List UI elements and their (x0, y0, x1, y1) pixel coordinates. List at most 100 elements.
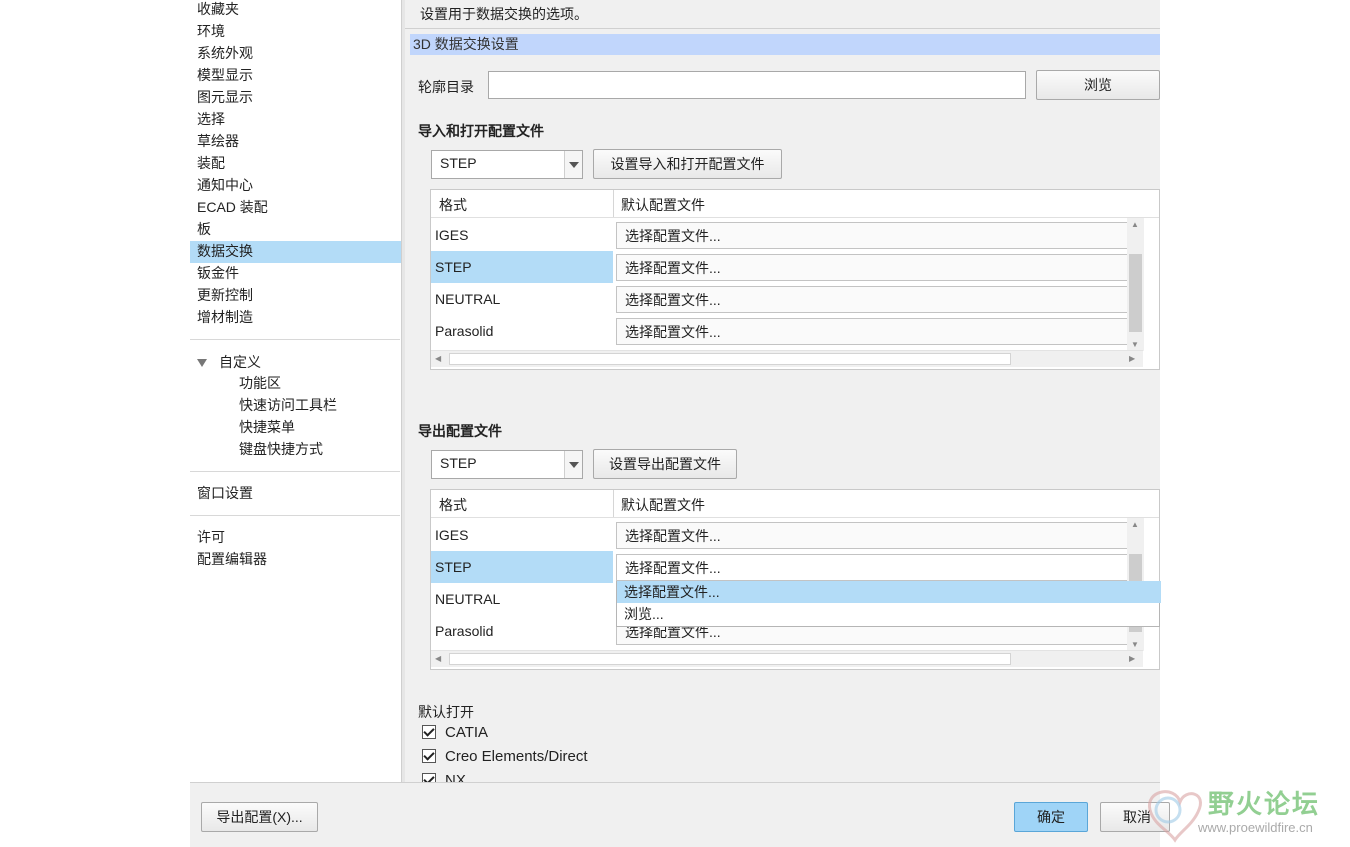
scroll-down-icon[interactable]: ▼ (1131, 640, 1139, 649)
combo-value: STEP (440, 455, 477, 471)
horizontal-scrollbar[interactable]: ◀ ▶ (431, 350, 1143, 367)
scrollbar-thumb[interactable] (449, 653, 1011, 665)
import-config-table: 格式 默认配置文件 IGES 选择配置文件... STEP 选择配置文件... … (430, 189, 1160, 370)
sidebar-item-keyboard-shortcuts[interactable]: 键盘快捷方式 (190, 439, 401, 461)
dropdown-option-select-config[interactable]: 选择配置文件... (617, 581, 1161, 603)
chevron-down-icon[interactable] (564, 451, 582, 478)
dropdown-option-browse[interactable]: 浏览... (617, 603, 1161, 622)
ok-button[interactable]: 确定 (1014, 802, 1088, 832)
scrollbar-thumb[interactable] (449, 353, 1011, 365)
table-row-format[interactable]: IGES (431, 219, 613, 251)
header-divider (431, 217, 1159, 218)
sidebar-item-favorites[interactable]: 收藏夹 (190, 0, 401, 21)
config-file-select-open[interactable]: 选择配置文件... (616, 554, 1143, 581)
scroll-right-icon[interactable]: ▶ (1129, 354, 1135, 363)
table-row-format[interactable]: NEUTRAL (431, 283, 613, 315)
table-row-format[interactable]: STEP (431, 251, 613, 283)
catia-checkbox[interactable] (422, 725, 436, 739)
forum-watermark: 野火论坛 www.proewildfire.cn (1140, 778, 1350, 847)
watermark-logo-icon (1148, 790, 1202, 843)
table-row-format[interactable]: Parasolid (431, 315, 613, 347)
scroll-up-icon[interactable]: ▲ (1131, 520, 1139, 529)
table-row-format[interactable]: Parasolid (431, 615, 613, 647)
catia-checkbox-label: CATIA (445, 724, 489, 741)
horizontal-scrollbar[interactable]: ◀ ▶ (431, 650, 1143, 667)
sidebar-item-entity-display[interactable]: 图元显示 (190, 87, 401, 109)
category-sidebar: 收藏夹 环境 系统外观 模型显示 图元显示 选择 草绘器 装配 通知中心 ECA… (190, 0, 401, 782)
column-divider[interactable] (613, 490, 614, 517)
sidebar-item-label: 自定义 (219, 354, 261, 370)
nx-checkbox-label: NX (445, 772, 466, 782)
watermark-title: 野火论坛 (1208, 790, 1321, 820)
sidebar-item-update-control[interactable]: 更新控制 (190, 285, 401, 307)
sidebar-item-data-exchange[interactable]: 数据交换 (190, 241, 401, 263)
column-divider[interactable] (613, 190, 614, 217)
export-config-table: 格式 默认配置文件 IGES 选择配置文件... STEP 选择配置文件... … (430, 489, 1160, 670)
profile-dir-input[interactable] (488, 71, 1026, 99)
profile-dir-label: 轮廓目录 (418, 79, 474, 95)
vertical-scrollbar[interactable]: ▲ ▼ (1127, 218, 1144, 351)
sidebar-divider (190, 515, 400, 516)
scroll-right-icon[interactable]: ▶ (1129, 654, 1135, 663)
table-row-format[interactable]: NEUTRAL (431, 583, 613, 615)
config-file-select[interactable]: 选择配置文件... (616, 222, 1143, 249)
table-row-format[interactable]: STEP (431, 551, 613, 583)
config-file-select[interactable]: 选择配置文件... (616, 318, 1143, 345)
nx-checkbox[interactable] (422, 773, 436, 782)
config-file-select[interactable]: 选择配置文件... (616, 522, 1143, 549)
chevron-down-icon[interactable] (564, 151, 582, 178)
import-format-combo[interactable]: STEP (431, 150, 583, 179)
sidebar-item-ecad-assembly[interactable]: ECAD 装配 (190, 197, 401, 219)
divider (405, 28, 1160, 29)
page-description: 设置用于数据交换的选项。 (420, 6, 588, 22)
export-format-combo[interactable]: STEP (431, 450, 583, 479)
dialog-footer: 导出配置(X)... 确定 取消 (190, 782, 1170, 847)
config-file-select[interactable]: 选择配置文件... (616, 286, 1143, 313)
watermark-url: www.proewildfire.cn (1198, 820, 1313, 835)
creo-elements-direct-checkbox[interactable] (422, 749, 436, 763)
browse-button[interactable]: 浏览 (1036, 70, 1160, 100)
sidebar-item-notification-center[interactable]: 通知中心 (190, 175, 401, 197)
sidebar-item-sheetmetal[interactable]: 钣金件 (190, 263, 401, 285)
scroll-up-icon[interactable]: ▲ (1131, 220, 1139, 229)
sidebar-item-quick-access-toolbar[interactable]: 快速访问工具栏 (190, 395, 401, 417)
set-import-config-button[interactable]: 设置导入和打开配置文件 (593, 149, 782, 179)
combo-value: STEP (440, 155, 477, 171)
sidebar-item-board[interactable]: 板 (190, 219, 401, 241)
scrollbar-thumb[interactable] (1129, 254, 1142, 332)
clipped-list-area: NX (405, 770, 1160, 782)
sidebar-item-shortcut-menus[interactable]: 快捷菜单 (190, 417, 401, 439)
export-section-title: 导出配置文件 (418, 423, 502, 439)
sidebar-divider (190, 339, 400, 340)
config-file-select[interactable]: 选择配置文件... (616, 254, 1143, 281)
sidebar-item-ribbon[interactable]: 功能区 (190, 373, 401, 395)
sidebar-divider (190, 471, 400, 472)
section-banner: 3D 数据交换设置 (410, 34, 1160, 55)
scroll-left-icon[interactable]: ◀ (435, 654, 441, 663)
scroll-down-icon[interactable]: ▼ (1131, 340, 1139, 349)
column-header-format[interactable]: 格式 (439, 190, 467, 217)
sidebar-item-window-settings[interactable]: 窗口设置 (190, 483, 401, 505)
sidebar-item-customize[interactable]: 自定义 (190, 352, 401, 374)
default-open-title: 默认打开 (418, 704, 474, 720)
sidebar-item-environment[interactable]: 环境 (190, 21, 401, 43)
column-header-format[interactable]: 格式 (439, 490, 467, 517)
sidebar-item-config-editor[interactable]: 配置编辑器 (190, 549, 401, 571)
export-config-button[interactable]: 导出配置(X)... (201, 802, 318, 832)
sidebar-item-license[interactable]: 许可 (190, 527, 401, 549)
expand-triangle-icon[interactable] (197, 359, 207, 368)
table-row-format[interactable]: IGES (431, 519, 613, 551)
header-divider (431, 517, 1159, 518)
column-header-default-config[interactable]: 默认配置文件 (621, 190, 705, 217)
sidebar-item-additive-manufacturing[interactable]: 增材制造 (190, 307, 401, 329)
scroll-left-icon[interactable]: ◀ (435, 354, 441, 363)
sidebar-item-model-display[interactable]: 模型显示 (190, 65, 401, 87)
config-file-dropdown-list: 选择配置文件... 浏览... (616, 581, 1161, 627)
creo-elements-direct-checkbox-label: Creo Elements/Direct (445, 748, 588, 765)
sidebar-item-selection[interactable]: 选择 (190, 109, 401, 131)
sidebar-item-system-appearance[interactable]: 系统外观 (190, 43, 401, 65)
set-export-config-button[interactable]: 设置导出配置文件 (593, 449, 737, 479)
sidebar-item-sketcher[interactable]: 草绘器 (190, 131, 401, 153)
column-header-default-config[interactable]: 默认配置文件 (621, 490, 705, 517)
sidebar-item-assembly[interactable]: 装配 (190, 153, 401, 175)
